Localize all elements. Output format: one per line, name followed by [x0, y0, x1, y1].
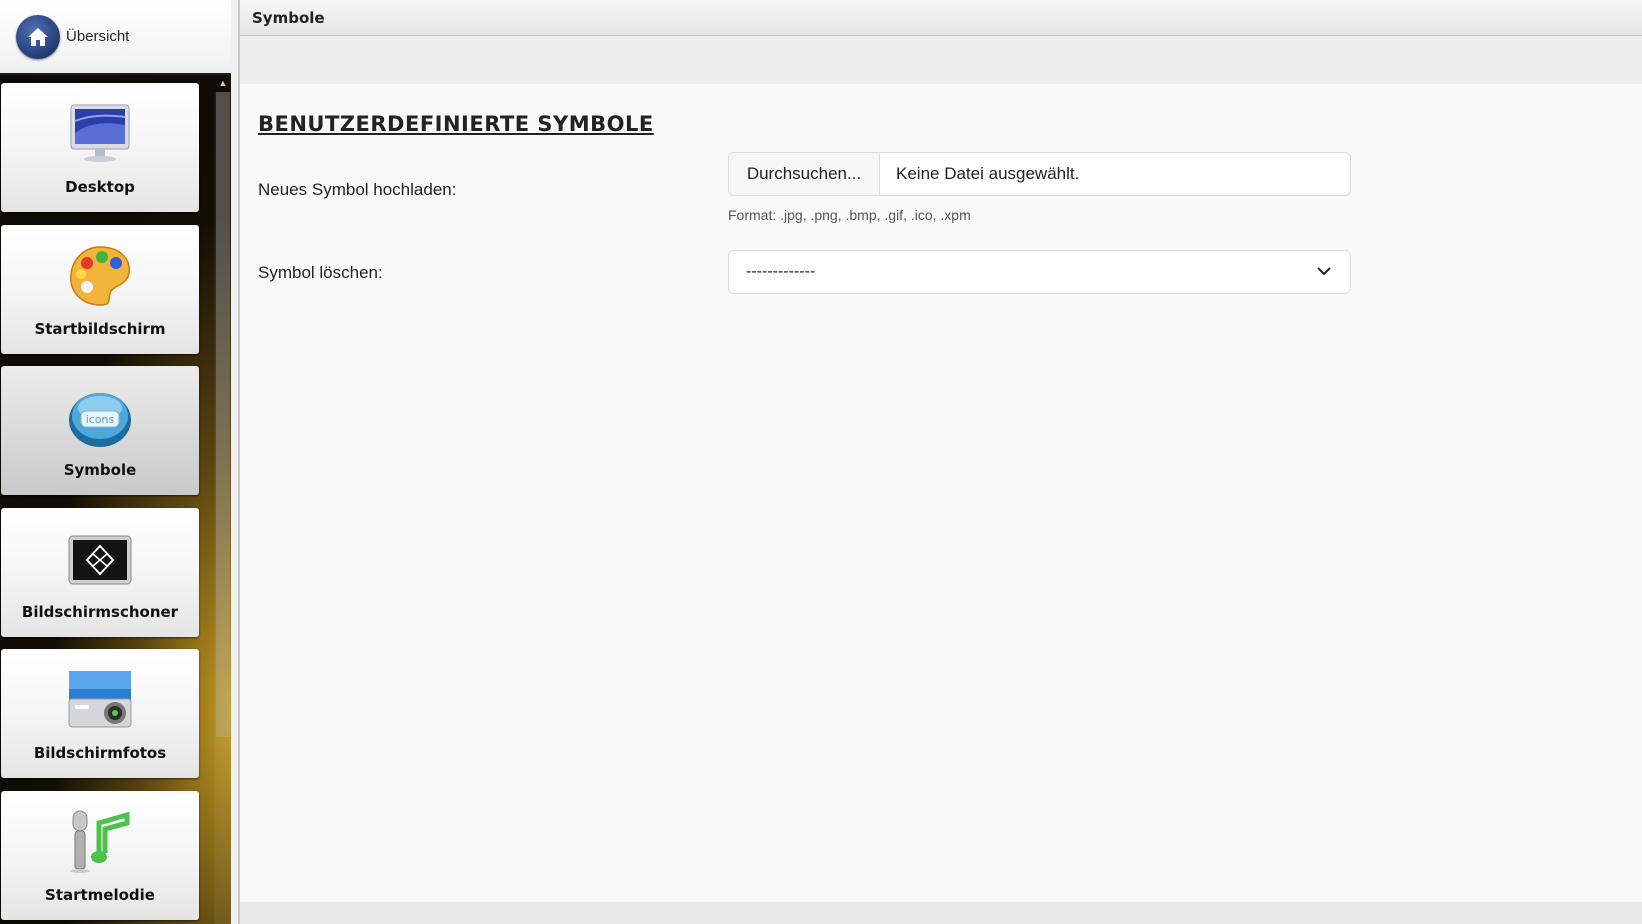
sidebar: Übersicht ▲ Desktop Startbildschirm icon…	[0, 0, 231, 924]
toolbar-band	[240, 36, 1642, 84]
home-bar[interactable]: Übersicht	[0, 0, 231, 75]
main-panel: Symbole BENUTZERDEFINIERTE SYMBOLE Neues…	[238, 0, 1642, 924]
desktop-monitor-icon	[65, 99, 135, 169]
delete-label: Symbol löschen:	[258, 263, 383, 282]
sidebar-item-label: Bildschirmschoner	[21, 603, 179, 621]
screensaver-icon	[65, 524, 135, 594]
symbol-file-input[interactable]: Durchsuchen... Keine Datei ausgewählt.	[728, 152, 1351, 196]
home-label[interactable]: Übersicht	[66, 28, 129, 45]
upload-label: Neues Symbol hochladen:	[258, 180, 457, 199]
sidebar-item-bildschirmschoner[interactable]: Bildschirmschoner	[1, 508, 199, 637]
sidebar-item-label: Startbildschirm	[34, 320, 166, 338]
svg-text:icons: icons	[86, 413, 115, 426]
sidebar-item-label: Symbole	[63, 461, 137, 479]
title-bar: Symbole	[240, 0, 1642, 36]
sidebar-item-label: Bildschirmfotos	[33, 744, 167, 762]
chevron-down-icon	[1317, 267, 1331, 276]
icons-badge-icon: icons	[65, 382, 135, 452]
section-heading: BENUTZERDEFINIERTE SYMBOLE	[258, 112, 654, 136]
sidebar-item-startmelodie[interactable]: Startmelodie	[1, 791, 199, 920]
sidebar-scroll-thumb[interactable]	[216, 92, 230, 737]
sidebar-item-desktop[interactable]: Desktop	[1, 83, 199, 212]
file-status-text: Keine Datei ausgewählt.	[896, 164, 1080, 183]
footer-band	[240, 902, 1642, 924]
sidebar-item-label: Desktop	[65, 178, 135, 196]
format-hint: Format: .jpg, .png, .bmp, .gif, .ico, .x…	[728, 207, 971, 223]
delete-symbol-select[interactable]: -------------	[728, 250, 1351, 294]
home-icon[interactable]	[16, 15, 60, 59]
camera-icon	[65, 665, 135, 735]
sidebar-item-label: Startmelodie	[45, 886, 155, 904]
sidebar-item-symbole[interactable]: icons Symbole	[1, 366, 199, 495]
sidebar-item-startbildschirm[interactable]: Startbildschirm	[1, 225, 199, 354]
sidebar-item-bildschirmfotos[interactable]: Bildschirmfotos	[1, 649, 199, 778]
browse-button[interactable]: Durchsuchen...	[729, 153, 880, 195]
content-area: BENUTZERDEFINIERTE SYMBOLE Neues Symbol …	[240, 84, 1642, 902]
paint-palette-icon	[65, 241, 135, 311]
page-title: Symbole	[252, 9, 325, 27]
scroll-up-arrow-icon[interactable]: ▲	[216, 76, 230, 90]
select-value: -------------	[746, 263, 816, 280]
microphone-music-note-icon	[65, 807, 135, 877]
